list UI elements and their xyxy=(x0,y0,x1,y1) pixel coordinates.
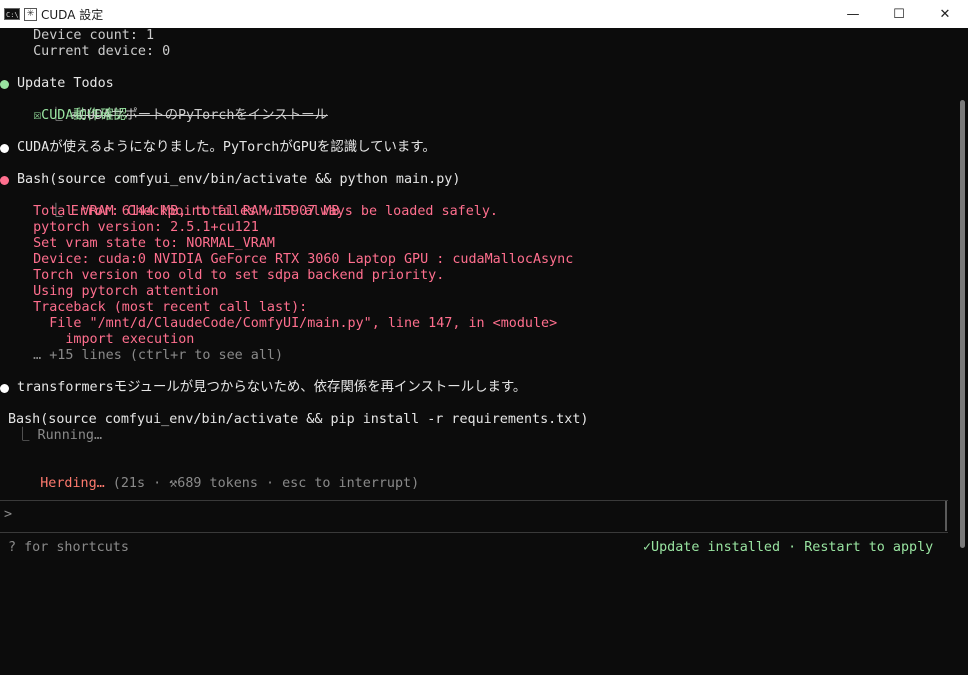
tab-icon: ✳ xyxy=(24,7,37,21)
window-controls: — ☐ ✕ xyxy=(830,0,968,28)
error-line: Total VRAM 6144 MB, total RAM 15907 MB xyxy=(17,204,340,219)
success-bullet-icon xyxy=(0,80,9,89)
window-title: CUDA 設定 xyxy=(41,7,104,22)
title-bar: C:\ ✳ CUDA 設定 — ☐ ✕ xyxy=(0,0,968,28)
maximize-button[interactable]: ☐ xyxy=(876,0,922,28)
error-line: Device: cuda:0 NVIDIA GeForce RTX 3060 L… xyxy=(17,252,574,267)
error-line: Traceback (most recent call last): xyxy=(17,300,308,315)
bash-command: Bash(source comfyui_env/bin/activate && … xyxy=(17,172,461,187)
output-line: Device count: 1 xyxy=(17,28,155,43)
terminal-app-icon: C:\ xyxy=(4,8,20,20)
update-status: ✓Update installed · Restart to apply xyxy=(643,540,934,555)
close-button[interactable]: ✕ xyxy=(922,0,968,28)
error-line: import execution xyxy=(17,332,195,347)
todos-title: Update Todos xyxy=(17,76,114,91)
title-area: C:\ ✳ CUDA 設定 xyxy=(4,0,103,28)
shortcuts-hint: ? for shortcuts xyxy=(8,540,129,555)
error-line: pytorch version: 2.5.1+cu121 xyxy=(17,220,259,235)
input-top-border xyxy=(0,500,948,501)
scrollbar-thumb[interactable] xyxy=(960,100,965,548)
message-bullet-icon xyxy=(0,144,9,153)
error-line: Using pytorch attention xyxy=(17,284,219,299)
minimize-button[interactable]: — xyxy=(830,0,876,28)
error-line: File "/mnt/d/ClaudeCode/ComfyUI/main.py"… xyxy=(17,316,558,331)
output-line: Current device: 0 xyxy=(17,44,171,59)
input-cursor xyxy=(945,501,947,531)
prompt-input[interactable]: > xyxy=(4,507,12,523)
assistant-message: CUDAが使えるようになりました。PyTorchがGPUを認識しています。 xyxy=(17,140,436,155)
herding-spinner: Herding… xyxy=(40,476,105,491)
assistant-message: transformersモジュールが見つからないため、依存関係を再インストールし… xyxy=(17,380,527,395)
scrollbar[interactable] xyxy=(954,28,968,675)
herding-stats: (21s · ⚒689 tokens · esc to interrupt) xyxy=(104,476,420,491)
input-bottom-border xyxy=(0,532,948,533)
expand-hint[interactable]: … +15 lines (ctrl+r to see all) xyxy=(17,348,283,364)
running-status: ⎿ Running… xyxy=(8,428,103,443)
terminal-output[interactable]: Device count: 1 Current device: 0 Update… xyxy=(0,28,954,675)
bash-command: Bash(source comfyui_env/bin/activate && … xyxy=(8,412,589,427)
error-bullet-icon xyxy=(0,176,9,185)
error-line: Set vram state to: NORMAL_VRAM xyxy=(17,236,275,251)
error-line: Torch version too old to set sdpa backen… xyxy=(17,268,445,283)
todo-item-done: ☒CUDA動作確認 xyxy=(17,108,127,123)
message-bullet-icon xyxy=(0,384,9,393)
